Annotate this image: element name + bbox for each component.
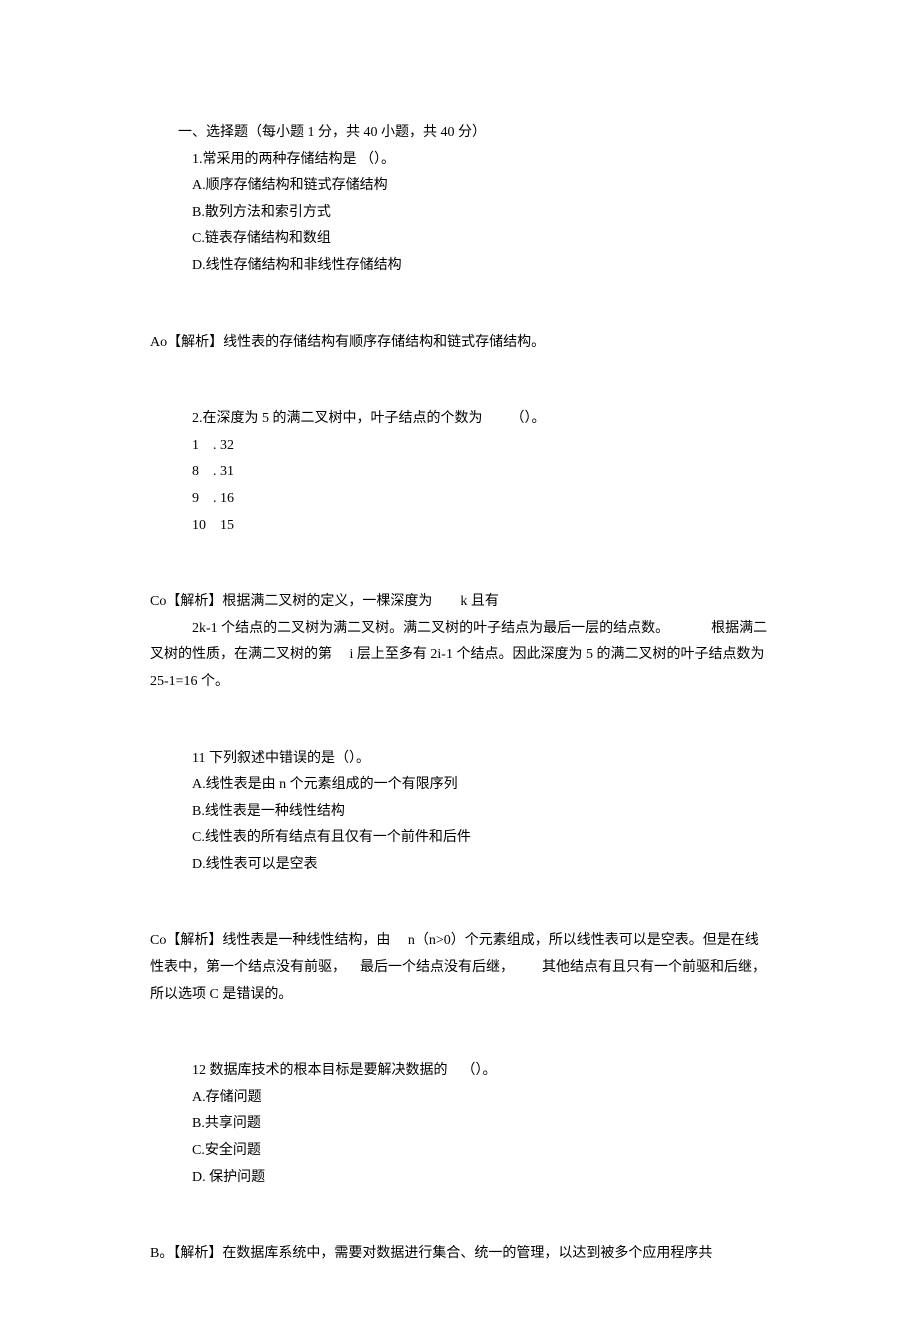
q2-answer-line1: Co【解析】根据满二叉树的定义，一棵深度为 k 且有	[150, 589, 770, 616]
q2-option-c: 9 . 16	[150, 486, 770, 513]
q4-option-b: B.共享问题	[150, 1111, 770, 1138]
q1-stem: 1.常采用的两种存储结构是 （）。	[150, 147, 770, 174]
q3-option-a: A.线性表是由 n 个元素组成的一个有限序列	[150, 772, 770, 799]
q2-option-b: 8 . 31	[150, 459, 770, 486]
q2-answer-line2: 2k-1 个结点的二叉树为满二叉树。满二叉树的叶子结点为最后一层的结点数。 根据…	[150, 616, 770, 696]
q4-option-d: D. 保护问题	[150, 1165, 770, 1192]
q1-option-a: A.顺序存储结构和链式存储结构	[150, 173, 770, 200]
q1-option-c: C.链表存储结构和数组	[150, 226, 770, 253]
q4-answer: B。【解析】在数据库系统中，需要对数据进行集合、统一的管理，以达到被多个应用程序…	[150, 1241, 770, 1268]
q3-answer: Co【解析】线性表是一种线性结构，由 n（n>0）个元素组成，所以线性表可以是空…	[150, 928, 770, 1008]
q2-option-a: 1 . 32	[150, 433, 770, 460]
q2-option-d: 10 15	[150, 513, 770, 540]
q3-option-c: C.线性表的所有结点有且仅有一个前件和后件	[150, 825, 770, 852]
q1-option-d: D.线性存储结构和非线性存储结构	[150, 253, 770, 280]
q3-option-b: B.线性表是一种线性结构	[150, 799, 770, 826]
q4-option-a: A.存储问题	[150, 1085, 770, 1112]
q4-stem: 12 数据库技术的根本目标是要解决数据的 （）。	[150, 1058, 770, 1085]
q2-stem: 2.在深度为 5 的满二叉树中，叶子结点的个数为 （）。	[150, 406, 770, 433]
q4-option-c: C.安全问题	[150, 1138, 770, 1165]
q1-option-b: B.散列方法和索引方式	[150, 200, 770, 227]
section-title: 一、选择题（每小题 1 分，共 40 小题，共 40 分）	[150, 120, 770, 147]
q1-answer: Ao【解析】线性表的存储结构有顺序存储结构和链式存储结构。	[150, 330, 770, 357]
q3-stem: 11 下列叙述中错误的是（）。	[150, 746, 770, 773]
q3-option-d: D.线性表可以是空表	[150, 852, 770, 879]
